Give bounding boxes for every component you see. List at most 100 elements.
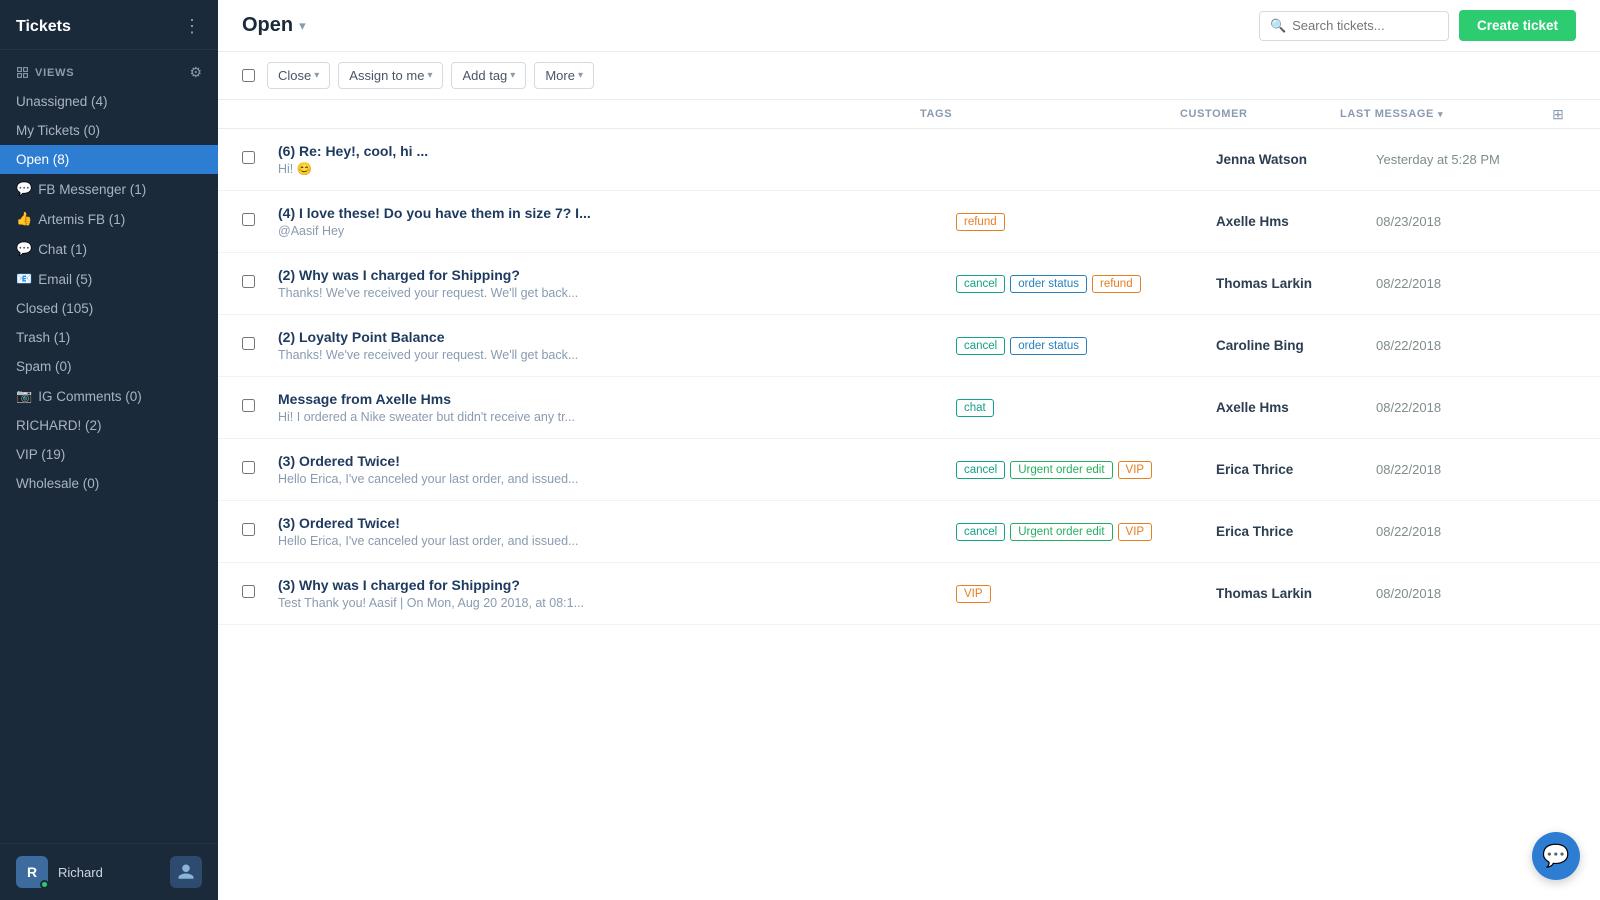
- sidebar-item-label-wholesale: Wholesale (0): [16, 476, 99, 491]
- sidebar-item-label-unassigned: Unassigned (4): [16, 94, 108, 109]
- ticket-last-message: 08/23/2018: [1376, 214, 1576, 229]
- ticket-customer: Erica Thrice: [1216, 462, 1376, 477]
- sidebar-item-icon-email: 📧: [16, 271, 32, 287]
- sidebar-item-label-vip: VIP (19): [16, 447, 65, 462]
- ticket-tag[interactable]: cancel: [956, 523, 1005, 541]
- sidebar-item-wholesale[interactable]: Wholesale (0): [0, 469, 218, 498]
- sidebar-title: Tickets: [16, 18, 71, 36]
- ticket-row[interactable]: (3) Why was I charged for Shipping?Test …: [218, 563, 1600, 625]
- ticket-row[interactable]: Message from Axelle HmsHi! I ordered a N…: [218, 377, 1600, 439]
- ticket-checkbox[interactable]: [242, 337, 255, 350]
- sidebar-item-my-tickets[interactable]: My Tickets (0): [0, 116, 218, 145]
- sidebar-item-vip[interactable]: VIP (19): [0, 440, 218, 469]
- ticket-tag[interactable]: cancel: [956, 461, 1005, 479]
- sidebar-nav: Unassigned (4) My Tickets (0) Open (8)💬FB …: [0, 87, 218, 843]
- ticket-tag[interactable]: refund: [956, 213, 1005, 231]
- ticket-row[interactable]: (2) Why was I charged for Shipping?Thank…: [218, 253, 1600, 315]
- views-icon: [16, 66, 29, 79]
- ticket-last-message: 08/22/2018: [1376, 338, 1576, 353]
- ticket-row[interactable]: (3) Ordered Twice!Hello Erica, I've canc…: [218, 501, 1600, 563]
- ticket-row[interactable]: (3) Ordered Twice! Hello Erica, I've canc…: [218, 439, 1600, 501]
- ticket-preview: Hello Erica, I've canceled your last ord…: [278, 472, 798, 486]
- sidebar-item-unassigned[interactable]: Unassigned (4): [0, 87, 218, 116]
- sidebar-item-label-closed: Closed (105): [16, 301, 93, 316]
- ticket-preview: Hi! 😊: [278, 162, 798, 177]
- ticket-subject: (3) Ordered Twice!: [278, 453, 956, 469]
- ticket-tag[interactable]: order status: [1010, 337, 1087, 355]
- ticket-tag[interactable]: order status: [1010, 275, 1087, 293]
- sidebar-item-richard[interactable]: RICHARD! (2): [0, 411, 218, 440]
- sidebar: Tickets ⋮ VIEWS ⚙ Unassigned (4) My Ticke…: [0, 0, 218, 900]
- sidebar-item-fb-messenger[interactable]: 💬FB Messenger (1): [0, 174, 218, 204]
- avatar-wrap: R: [16, 856, 48, 888]
- col-customer-header: CUSTOMER: [1180, 100, 1340, 128]
- sidebar-item-icon-fb-messenger: 💬: [16, 181, 32, 197]
- ticket-preview: Thanks! We've received your request. We'…: [278, 348, 798, 362]
- sidebar-menu-icon[interactable]: ⋮: [183, 16, 202, 37]
- grid-view-icon[interactable]: ⊞: [1552, 106, 1564, 123]
- sidebar-item-label-spam: Spam (0): [16, 359, 72, 374]
- add-tag-button[interactable]: Add tag ▾: [451, 62, 526, 89]
- ticket-checkbox[interactable]: [242, 151, 255, 164]
- create-ticket-button[interactable]: Create ticket: [1459, 10, 1576, 41]
- page-title: Open: [242, 14, 293, 37]
- more-button[interactable]: More ▾: [534, 62, 594, 89]
- ticket-preview: Hi! I ordered a Nike sweater but didn't …: [278, 410, 798, 424]
- col-lastmsg-header[interactable]: LAST MESSAGE ▾: [1340, 100, 1540, 128]
- ticket-tags: chat: [956, 399, 1216, 417]
- search-input[interactable]: [1292, 18, 1438, 33]
- ticket-row[interactable]: (6) Re: Hey!, cool, hi ...Hi! 😊Jenna Wat…: [218, 129, 1600, 191]
- ticket-preview: Hello Erica, I've canceled your last ord…: [278, 534, 798, 548]
- sidebar-item-icon-chat: 💬: [16, 241, 32, 257]
- sidebar-item-label-my-tickets: My Tickets (0): [16, 123, 100, 138]
- ticket-checkbox[interactable]: [242, 399, 255, 412]
- main-content: Open ▾ 🔍 Create ticket Close ▾ Assign to…: [218, 0, 1600, 900]
- assign-to-me-button[interactable]: Assign to me ▾: [338, 62, 443, 89]
- ticket-tag[interactable]: Urgent order edit: [1010, 523, 1112, 541]
- chat-bubble[interactable]: 💬: [1532, 832, 1580, 880]
- ticket-checkbox[interactable]: [242, 523, 255, 536]
- ticket-tag[interactable]: VIP: [1118, 461, 1153, 479]
- ticket-last-message: 08/22/2018: [1376, 400, 1576, 415]
- more-dropdown-arrow: ▾: [578, 70, 583, 81]
- ticket-checkbox-cell: [242, 399, 278, 417]
- ticket-last-message: Yesterday at 5:28 PM: [1376, 152, 1576, 167]
- sidebar-item-email[interactable]: 📧 Email (5): [0, 264, 218, 294]
- sidebar-item-spam[interactable]: Spam (0): [0, 352, 218, 381]
- ticket-tags: cancel Urgent order edit VIP: [956, 461, 1216, 479]
- ticket-row[interactable]: (2) Loyalty Point BalanceThanks! We've r…: [218, 315, 1600, 377]
- ticket-tag[interactable]: VIP: [1118, 523, 1153, 541]
- sidebar-item-artemis-fb[interactable]: 👍Artemis FB (1): [0, 204, 218, 234]
- search-box: 🔍: [1259, 11, 1449, 41]
- ticket-tag[interactable]: Urgent order edit: [1010, 461, 1112, 479]
- ticket-customer: Caroline Bing: [1216, 338, 1376, 353]
- sidebar-item-chat[interactable]: 💬 Chat (1): [0, 234, 218, 264]
- ticket-checkbox[interactable]: [242, 461, 255, 474]
- ticket-checkbox[interactable]: [242, 213, 255, 226]
- ticket-preview: Thanks! We've received your request. We'…: [278, 286, 798, 300]
- sidebar-item-open[interactable]: Open (8): [0, 145, 218, 174]
- sidebar-item-label-email: Email (5): [38, 272, 92, 287]
- ticket-tag[interactable]: refund: [1092, 275, 1141, 293]
- ticket-checkbox[interactable]: [242, 585, 255, 598]
- ticket-tag[interactable]: VIP: [956, 585, 991, 603]
- topbar-left: Open ▾: [242, 14, 306, 37]
- sidebar-item-ig-comments[interactable]: 📷IG Comments (0): [0, 381, 218, 411]
- ticket-tag[interactable]: cancel: [956, 337, 1005, 355]
- user-avatar-icon[interactable]: [170, 856, 202, 888]
- close-button[interactable]: Close ▾: [267, 62, 330, 89]
- sidebar-item-label-trash: Trash (1): [16, 330, 70, 345]
- page-title-dropdown[interactable]: ▾: [299, 18, 306, 34]
- views-label: VIEWS: [16, 66, 74, 79]
- sidebar-item-closed[interactable]: Closed (105): [0, 294, 218, 323]
- ticket-tags: cancel order status: [956, 337, 1216, 355]
- ticket-tag[interactable]: chat: [956, 399, 994, 417]
- settings-icon[interactable]: ⚙: [189, 64, 202, 81]
- ticket-info: (3) Why was I charged for Shipping?Test …: [278, 567, 956, 620]
- select-all-checkbox[interactable]: [242, 69, 255, 82]
- sidebar-item-trash[interactable]: Trash (1): [0, 323, 218, 352]
- ticket-row[interactable]: (4) I love these! Do you have them in si…: [218, 191, 1600, 253]
- ticket-tag[interactable]: cancel: [956, 275, 1005, 293]
- ticket-checkbox[interactable]: [242, 275, 255, 288]
- sidebar-item-label-chat: Chat (1): [38, 242, 87, 257]
